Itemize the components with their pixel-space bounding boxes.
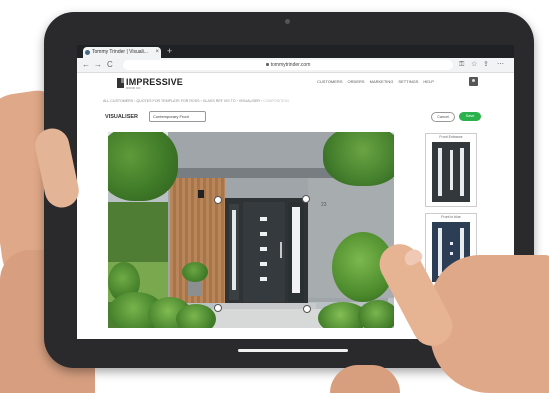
thumb-glass: [460, 148, 464, 196]
lower-knuckle: [330, 365, 400, 393]
main-nav: CUSTOMERS ORDERS MARKETING SETTINGS HELP: [317, 79, 434, 84]
crumb-quotes[interactable]: QUOTES FOR TEMPLATE FOR ROSS: [136, 99, 199, 103]
nav-orders[interactable]: ORDERS: [347, 79, 364, 84]
tab-title: Tommy Trinder | Visuali...: [92, 49, 148, 55]
crumb-current: COMPOSITION: [263, 99, 289, 103]
option-card[interactable]: Front Entrance: [425, 133, 477, 207]
logo-icon: [117, 78, 124, 88]
resize-handle-bottom-right[interactable]: [303, 305, 311, 313]
crumb-separator-icon: ›: [236, 99, 238, 103]
wall-lamp: [198, 190, 204, 198]
door-glass-pane: [260, 277, 267, 281]
url-input[interactable]: tommytrinder.com: [123, 60, 453, 70]
crumb-visualiser[interactable]: VISUALISER: [239, 99, 260, 103]
tree-right: [323, 132, 394, 186]
nav-settings[interactable]: SETTINGS: [398, 79, 418, 84]
door-glass-pane: [260, 232, 267, 236]
breadcrumb: ALL CUSTOMERS › QUOTES FOR TEMPLATE FOR …: [103, 99, 289, 103]
house-number: 23: [321, 202, 327, 208]
visualiser-canvas[interactable]: 23: [108, 132, 394, 328]
favicon-icon: [85, 50, 90, 55]
home-indicator[interactable]: [238, 349, 348, 352]
door-glass-pane: [260, 262, 267, 266]
option-label: Front Entrance: [439, 135, 463, 139]
left-sidelight-glass: [232, 210, 236, 290]
logo-subtitle: DOOR CO.: [126, 86, 142, 90]
cancel-button[interactable]: Cancel: [431, 112, 455, 122]
browser-tab-strip: Tommy Trinder | Visuali... × +: [77, 45, 514, 58]
url-text: tommytrinder.com: [270, 62, 311, 68]
entrance-canopy: [163, 168, 348, 178]
door-glass-pane: [260, 217, 267, 221]
hedge-ball: [358, 300, 394, 328]
camera-icon: [285, 19, 290, 24]
new-tab-button[interactable]: +: [167, 45, 172, 57]
share-icon[interactable]: ⇪: [483, 59, 489, 71]
reload-icon[interactable]: C: [107, 59, 113, 71]
crumb-all-customers[interactable]: ALL CUSTOMERS: [103, 99, 133, 103]
door-handle: [280, 242, 282, 258]
site-header: IMPRESSIVE DOOR CO. CUSTOMERS ORDERS MAR…: [77, 73, 514, 93]
crumb-separator-icon: ›: [200, 99, 202, 103]
door-glass-pane: [260, 247, 267, 251]
save-button[interactable]: Save: [459, 112, 481, 121]
star-icon[interactable]: ☆: [471, 59, 477, 71]
style-select[interactable]: Contemporary Front: [149, 111, 206, 122]
lock-icon: [265, 63, 269, 67]
option-thumbnail: [432, 142, 470, 202]
tree-left: [108, 132, 178, 201]
hedge-ball: [176, 304, 216, 328]
key-icon[interactable]: ⚿: [459, 59, 464, 71]
thumb-glass: [450, 150, 453, 190]
option-label: Front in blue: [441, 215, 461, 219]
more-icon[interactable]: ⋯: [497, 59, 504, 71]
address-bar: ← → C tommytrinder.com ⚿ ☆ ⇪ ⋯: [77, 58, 514, 73]
nav-marketing[interactable]: MARKETING: [370, 79, 394, 84]
forward-icon[interactable]: →: [94, 59, 102, 71]
user-account-icon[interactable]: [469, 77, 478, 86]
right-sidelight-glass: [292, 207, 300, 293]
thumb-glass: [450, 252, 453, 255]
thumb-glass: [438, 148, 442, 196]
close-icon[interactable]: ×: [155, 47, 159, 58]
back-icon[interactable]: ←: [82, 59, 90, 71]
thumb-glass: [438, 228, 442, 276]
resize-handle-top-right[interactable]: [302, 195, 310, 203]
browser-tab[interactable]: Tommy Trinder | Visuali... ×: [83, 47, 161, 58]
thumb-glass: [450, 242, 453, 245]
front-path: [204, 309, 334, 328]
potted-plant: [182, 262, 208, 282]
nav-customers[interactable]: CUSTOMERS: [317, 79, 342, 84]
nav-help[interactable]: HELP: [423, 79, 433, 84]
resize-handle-bottom-left[interactable]: [214, 304, 222, 312]
page-title: VISUALISER: [105, 114, 139, 120]
resize-handle-top-left[interactable]: [214, 196, 222, 204]
crumb-glass-ref[interactable]: GLASS REF VIS TO: [203, 99, 236, 103]
crumb-separator-icon: ›: [260, 99, 263, 103]
